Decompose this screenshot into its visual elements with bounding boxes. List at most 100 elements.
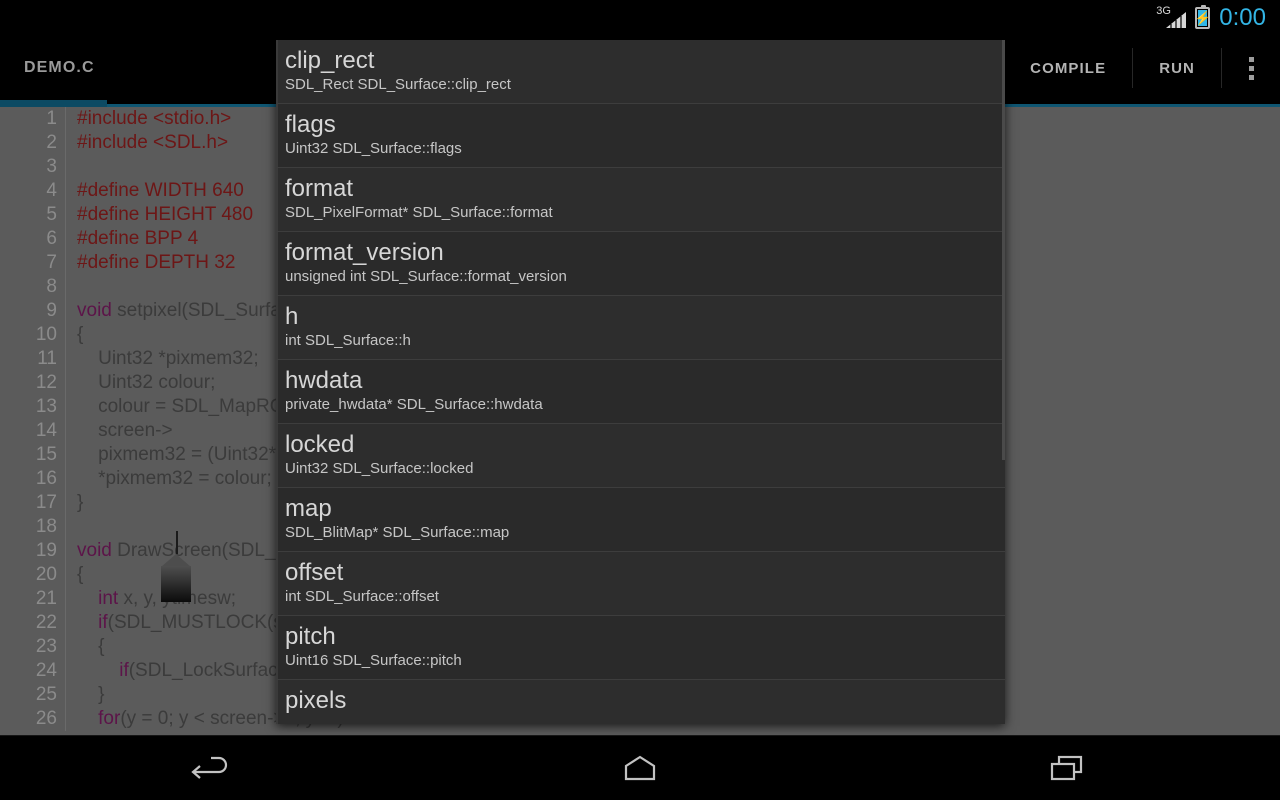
line-number: 1 — [46, 108, 57, 129]
line-number: 7 — [46, 252, 57, 273]
autocomplete-item[interactable]: clip_rect SDL_Rect SDL_Surface::clip_rect — [276, 40, 1005, 104]
code-token: void — [77, 300, 112, 321]
line-number: 8 — [46, 276, 57, 297]
recent-apps-glyph — [1050, 755, 1082, 781]
back-arrow-glyph — [191, 756, 228, 779]
line-number: 4 — [46, 180, 57, 201]
code-token: int — [98, 588, 119, 609]
code-token: if — [98, 612, 108, 633]
line-number: 18 — [35, 516, 57, 537]
signal-bars-glyph — [1166, 12, 1187, 28]
line-number: 17 — [35, 492, 57, 513]
code-token: #include <SDL.h> — [77, 132, 229, 153]
autocomplete-item[interactable]: flagsUint32 SDL_Surface::flags — [276, 104, 1005, 168]
overflow-dot — [1248, 74, 1254, 80]
compile-button[interactable]: COMPILE — [1004, 36, 1132, 100]
charging-bolt-icon: ⚡ — [1194, 10, 1211, 26]
status-icons: 3G ⚡ 0:00 — [1156, 4, 1266, 32]
code-token: #define HEIGHT 480 — [77, 204, 254, 225]
back-arrow-icon[interactable] — [138, 736, 288, 800]
line-number: 23 — [35, 636, 57, 657]
autocomplete-item-signature: Uint16 SDL_Surface::pitch — [285, 652, 462, 669]
autocomplete-item-signature: SDL_Rect SDL_Surface::clip_rect — [285, 76, 511, 93]
active-tab-indicator — [0, 100, 107, 107]
code-token: if — [119, 660, 129, 681]
line-number: 9 — [46, 300, 57, 321]
line-number: 16 — [35, 468, 57, 489]
autocomplete-item-signature: SDL_BlitMap* SDL_Surface::map — [285, 524, 510, 541]
line-number: 21 — [35, 588, 57, 609]
autocomplete-item[interactable]: formatSDL_PixelFormat* SDL_Surface::form… — [276, 168, 1005, 232]
autocomplete-item-signature: Uint32 SDL_Surface::flags — [285, 140, 462, 157]
line-number: 11 — [37, 348, 57, 369]
code-token: { — [77, 636, 105, 657]
handle-body — [161, 566, 191, 602]
line-number: 19 — [35, 540, 57, 561]
code-token: #define BPP 4 — [77, 228, 199, 249]
battery-charging-icon: ⚡ — [1194, 5, 1211, 29]
autocomplete-item-signature: Uint32 SDL_Surface::locked — [285, 460, 474, 477]
autocomplete-scrollbar[interactable] — [1002, 40, 1005, 460]
line-number: 5 — [46, 204, 57, 225]
line-number: 25 — [35, 684, 57, 705]
run-button[interactable]: RUN — [1133, 36, 1221, 100]
autocomplete-item[interactable]: pixels — [276, 680, 1005, 724]
code-token: void — [77, 540, 112, 561]
autocomplete-item-signature: int SDL_Surface::h — [285, 332, 411, 349]
line-number: 20 — [35, 564, 57, 585]
line-number: 10 — [35, 324, 57, 345]
system-status-bar: 3G ⚡ 0:00 — [0, 0, 1280, 36]
status-clock: 0:00 — [1219, 4, 1266, 31]
overflow-dot — [1248, 56, 1254, 62]
autocomplete-item[interactable]: pitchUint16 SDL_Surface::pitch — [276, 616, 1005, 680]
code-token: #define DEPTH 32 — [77, 252, 236, 273]
autocomplete-item[interactable]: map SDL_BlitMap* SDL_Surface::map — [276, 488, 1005, 552]
autocomplete-item-name: format_version — [285, 239, 444, 266]
autocomplete-item-name: pitch — [285, 623, 336, 650]
autocomplete-item-name: locked — [285, 431, 355, 458]
cursor-drag-handle[interactable] — [161, 554, 191, 602]
code-token: { — [77, 324, 84, 345]
autocomplete-item-name: flags — [285, 111, 336, 138]
autocomplete-item-name: format — [285, 175, 354, 202]
code-token: } — [77, 492, 84, 513]
code-token: screen-> — [77, 420, 173, 441]
line-number: 14 — [35, 420, 57, 441]
signal-bars-icon: 3G — [1156, 6, 1187, 30]
autocomplete-popup[interactable]: clip_rect SDL_Rect SDL_Surface::clip_rect… — [276, 40, 1005, 724]
line-number: 22 — [35, 612, 57, 633]
autocomplete-item-signature: SDL_PixelFormat* SDL_Surface::format — [285, 204, 553, 221]
autocomplete-item[interactable]: offset int SDL_Surface::offset — [276, 552, 1005, 616]
system-navigation-bar — [0, 735, 1280, 800]
overflow-dot — [1248, 65, 1254, 71]
page-title: DEMO.C — [24, 59, 95, 76]
overflow-menu-icon[interactable] — [1222, 36, 1280, 100]
code-token: *pixmem32 = colour; — [77, 468, 272, 489]
autocomplete-item-name: hwdata — [285, 367, 363, 394]
autocomplete-item[interactable]: lockedUint32 SDL_Surface::locked — [276, 424, 1005, 488]
code-token: #include <stdio.h> — [77, 108, 232, 129]
device-screen: 3G ⚡ 0:00 DEMO.C COMPILE RUN 1 #include … — [0, 0, 1280, 800]
recent-apps-icon[interactable] — [992, 736, 1142, 800]
code-token: Uint32 colour; — [77, 372, 216, 393]
code-token: Uint32 *pixmem32; — [77, 348, 259, 369]
autocomplete-item[interactable]: hwdataprivate_hwdata* SDL_Surface::hwdat… — [276, 360, 1005, 424]
autocomplete-list[interactable]: clip_rect SDL_Rect SDL_Surface::clip_rect… — [276, 40, 1005, 724]
autocomplete-item[interactable]: h int SDL_Surface::h — [276, 296, 1005, 360]
autocomplete-item-signature: unsigned int SDL_Surface::format_version — [285, 268, 567, 285]
autocomplete-item-signature: int SDL_Surface::offset — [285, 588, 439, 605]
line-number: 6 — [46, 228, 57, 249]
text-caret — [176, 531, 178, 554]
home-icon[interactable] — [565, 736, 715, 800]
autocomplete-item[interactable]: format_versionunsigned int SDL_Surface::… — [276, 232, 1005, 296]
code-token: #define WIDTH 640 — [77, 180, 244, 201]
autocomplete-item-name: pixels — [285, 687, 347, 714]
autocomplete-item-signature: private_hwdata* SDL_Surface::hwdata — [285, 396, 543, 413]
line-number: 26 — [35, 708, 57, 729]
line-number: 24 — [35, 660, 57, 681]
code-token: } — [77, 684, 105, 705]
